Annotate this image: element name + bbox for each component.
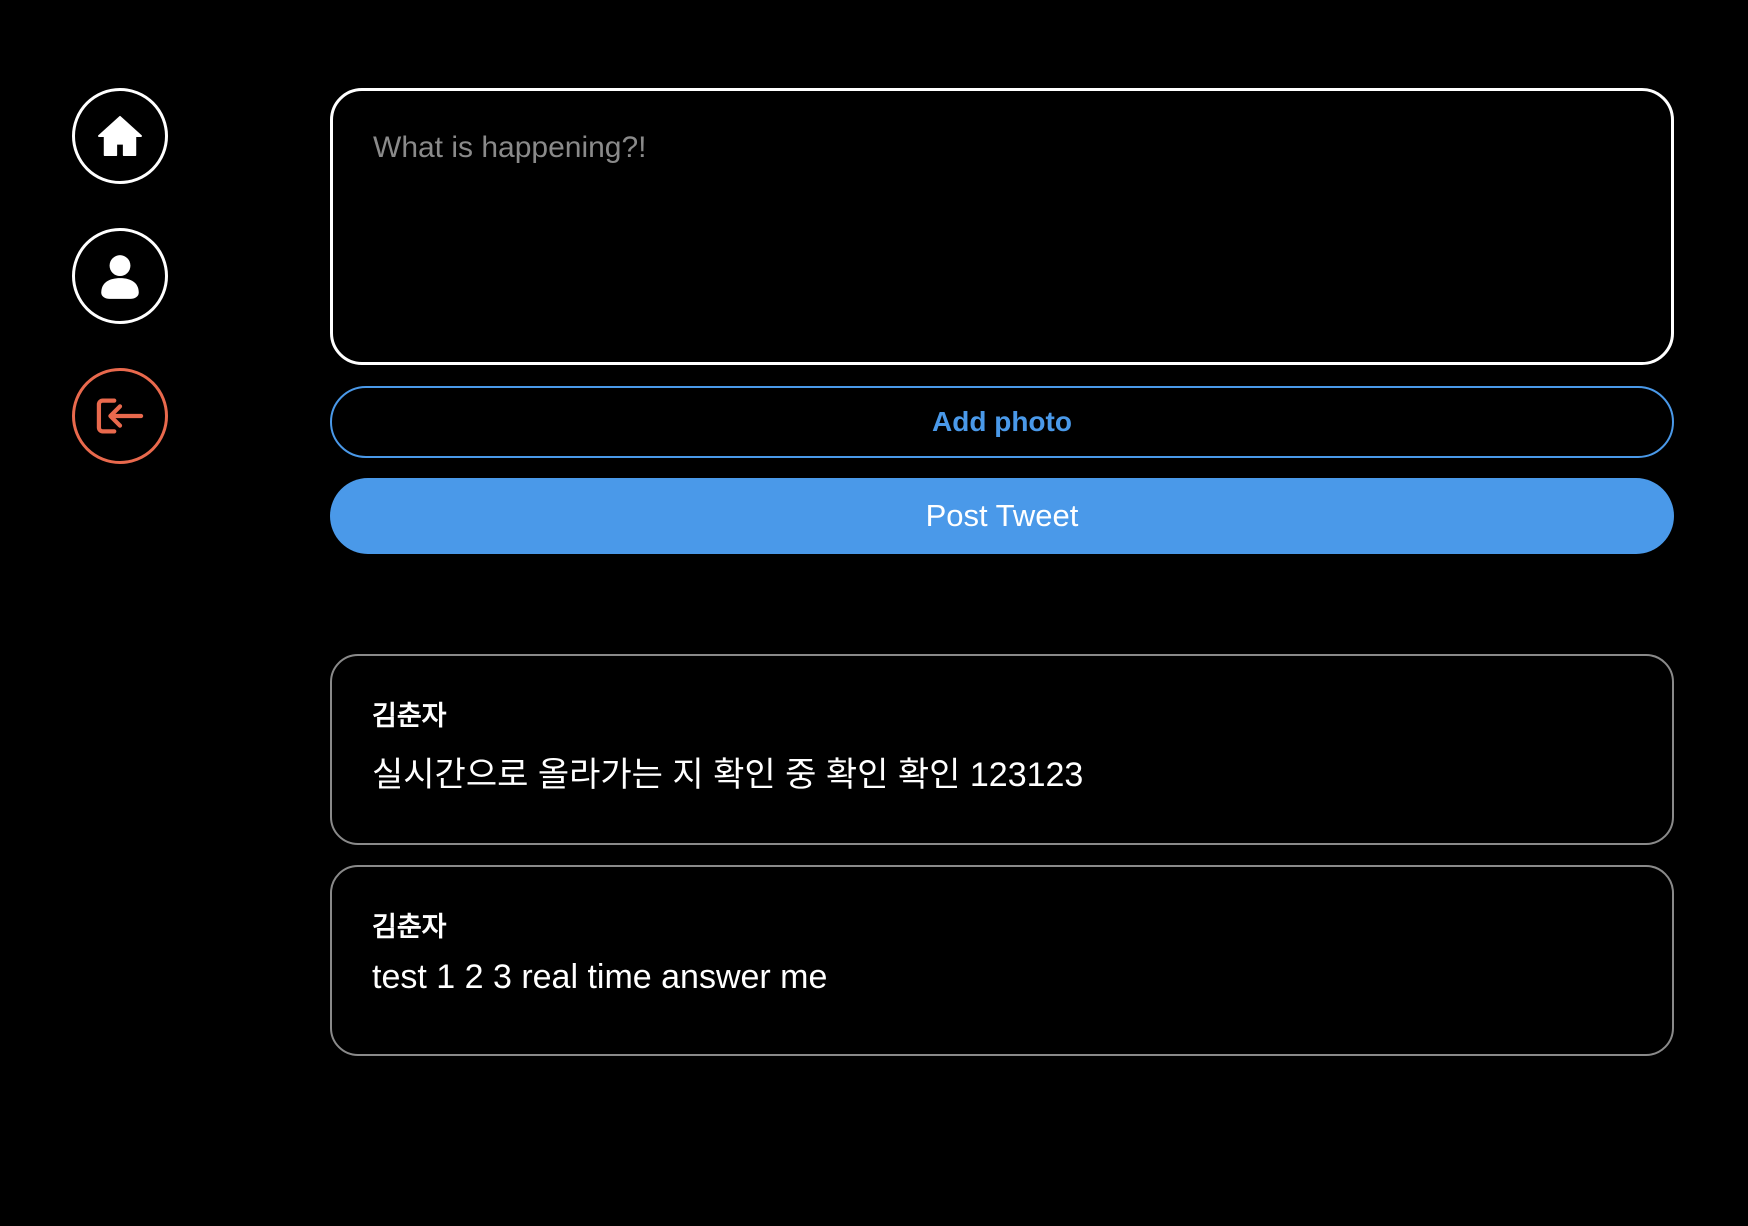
tweet-text: 실시간으로 올라가는 지 확인 중 확인 확인 123123 xyxy=(372,756,1084,794)
app-root: Add photo Post Tweet 김춘자 실시간으로 올라가는 지 확인… xyxy=(0,0,1748,1226)
tweet-compose-input[interactable] xyxy=(330,88,1674,365)
tweet-text: test 1 2 3 real time answer me xyxy=(372,958,828,996)
main-content: Add photo Post Tweet 김춘자 실시간으로 올라가는 지 확인… xyxy=(330,88,1674,1076)
add-photo-label: Add photo xyxy=(932,406,1072,437)
tweet-card: 김춘자 실시간으로 올라가는 지 확인 중 확인 확인 123123 xyxy=(330,654,1674,845)
tweet-username: 김춘자 xyxy=(372,912,447,942)
tweet-card: 김춘자 test 1 2 3 real time answer me xyxy=(330,865,1674,1056)
sidebar-nav xyxy=(72,88,172,508)
logout-icon xyxy=(95,393,145,439)
tweet-username: 김춘자 xyxy=(372,701,447,731)
post-tweet-label: Post Tweet xyxy=(925,498,1079,533)
timeline: 김춘자 실시간으로 올라가는 지 확인 중 확인 확인 123123 김춘자 t… xyxy=(330,654,1674,1056)
home-button[interactable] xyxy=(72,88,168,184)
add-photo-button[interactable]: Add photo xyxy=(330,386,1674,458)
logout-button[interactable] xyxy=(72,368,168,464)
post-tweet-button[interactable]: Post Tweet xyxy=(330,478,1674,554)
user-icon xyxy=(99,251,141,301)
profile-button[interactable] xyxy=(72,228,168,324)
home-icon xyxy=(97,115,143,157)
